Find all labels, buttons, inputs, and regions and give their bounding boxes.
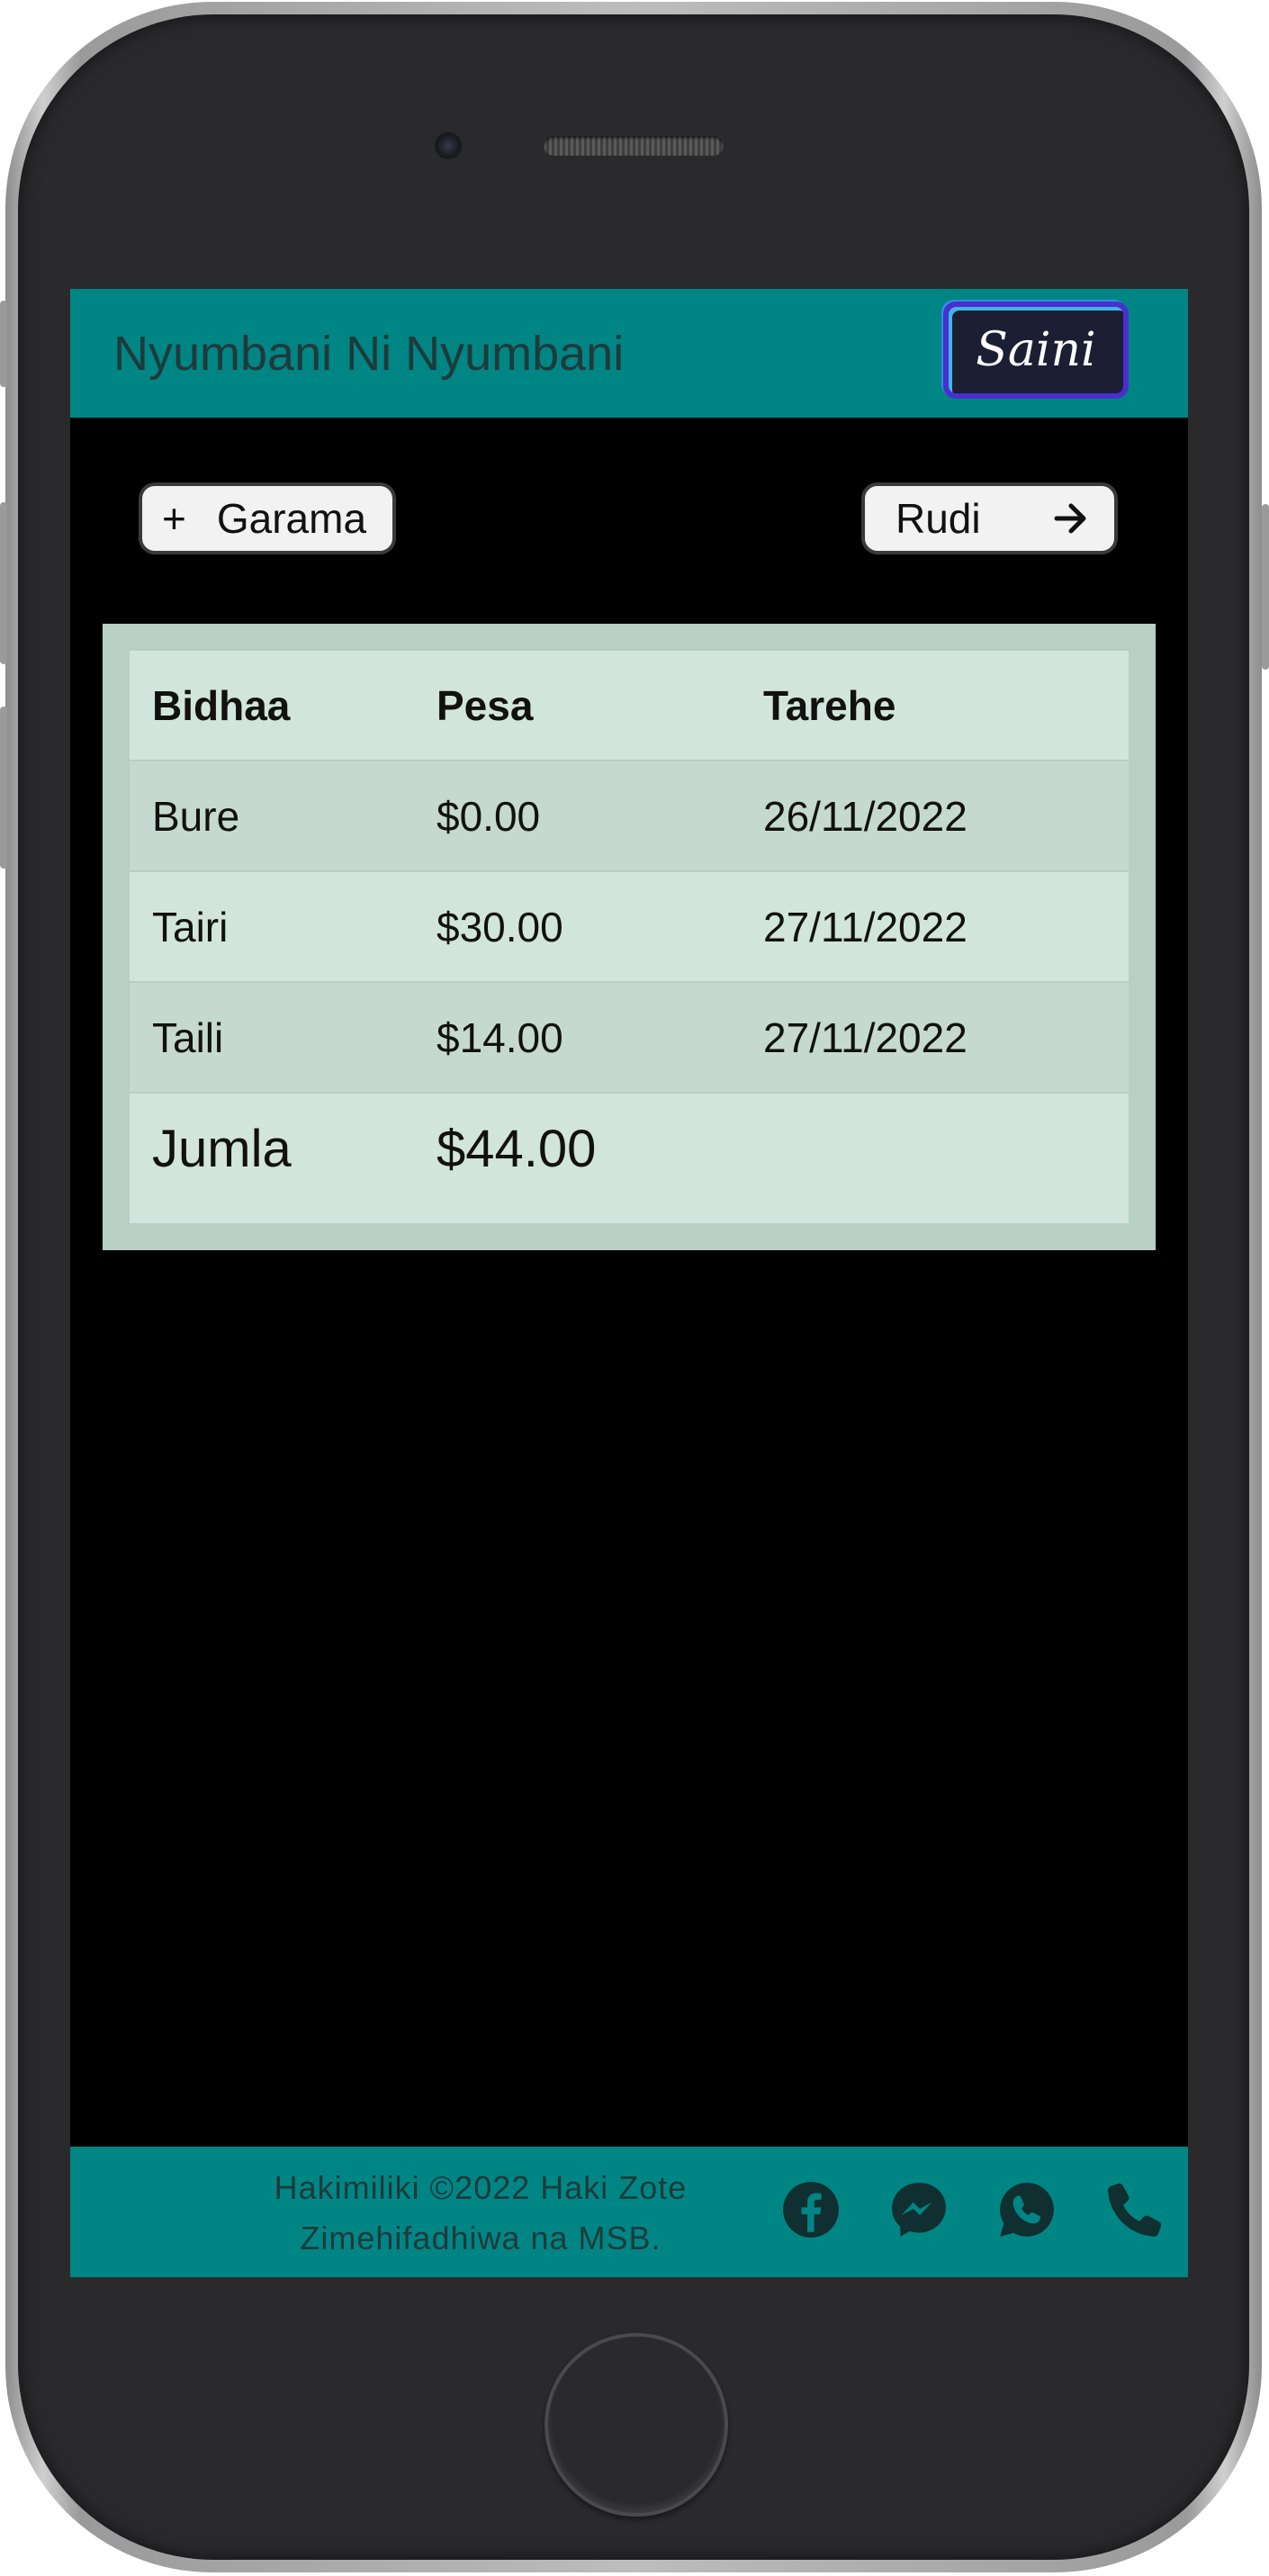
speaker-grille (544, 136, 724, 156)
table-row: Taili $14.00 27/11/2022 (130, 983, 1129, 1094)
date-cell: 27/11/2022 (763, 1014, 968, 1061)
copyright-line-1: Hakimiliki ©2022 Haki Zote (274, 2169, 688, 2206)
add-expense-button[interactable]: + Garama (139, 482, 396, 554)
total-label: Jumla (152, 1120, 292, 1178)
table-row: Bure $0.00 26/11/2022 (130, 761, 1129, 872)
phone-icon[interactable] (1105, 2180, 1165, 2239)
copyright-line-2: Zimehifadhiwa na MSB. (300, 2220, 662, 2256)
app-footer: Hakimiliki ©2022 Haki Zote Zimehifadhiwa… (70, 2147, 1188, 2277)
amount-cell: $30.00 (436, 904, 563, 950)
total-value: $44.00 (436, 1120, 597, 1178)
signin-button[interactable]: Saini (943, 302, 1129, 399)
amount-cell: $0.00 (436, 793, 541, 840)
add-expense-label: Garama (216, 495, 367, 542)
item-cell: Tairi (152, 904, 229, 950)
column-header-item: Bidhaa (152, 682, 291, 729)
item-cell: Bure (152, 793, 240, 840)
phone-side-button (0, 301, 7, 387)
date-cell: 27/11/2022 (763, 904, 968, 950)
messenger-icon[interactable] (889, 2180, 949, 2239)
date-cell: 26/11/2022 (763, 793, 968, 840)
table-header-row: Bidhaa Pesa Tarehe (130, 651, 1129, 761)
expenses-table: Bidhaa Pesa Tarehe Bure $0.00 26/11/2022… (103, 624, 1156, 1250)
expenses-table-body: Bidhaa Pesa Tarehe Bure $0.00 26/11/2022… (130, 651, 1129, 1223)
plus-icon: + (162, 495, 186, 542)
arrow-right-icon (1054, 503, 1086, 534)
app-header: Nyumbani Ni Nyumbani Saini (70, 289, 1188, 418)
copyright-text: Hakimiliki ©2022 Haki Zote Zimehifadhiwa… (166, 2163, 796, 2264)
item-cell: Taili (152, 1014, 224, 1061)
table-row: Tairi $30.00 27/11/2022 (130, 872, 1129, 983)
column-header-amount: Pesa (436, 682, 534, 729)
home-button[interactable] (544, 2333, 728, 2517)
app-title: Nyumbani Ni Nyumbani (113, 327, 625, 381)
phone-volume-down-button (0, 707, 7, 869)
column-header-date: Tarehe (763, 682, 896, 729)
app-screen: Nyumbani Ni Nyumbani Saini + Garama Rudi… (70, 289, 1188, 2277)
whatsapp-icon[interactable] (997, 2180, 1057, 2239)
phone-power-button (1262, 504, 1269, 670)
table-total-row: Jumla $44.00 (130, 1094, 1129, 1223)
back-label: Rudi (896, 495, 981, 542)
amount-cell: $14.00 (436, 1014, 563, 1061)
phone-volume-up-button (0, 502, 7, 664)
facebook-icon[interactable] (781, 2180, 841, 2239)
camera-icon (435, 132, 462, 159)
back-button[interactable]: Rudi (861, 482, 1118, 554)
